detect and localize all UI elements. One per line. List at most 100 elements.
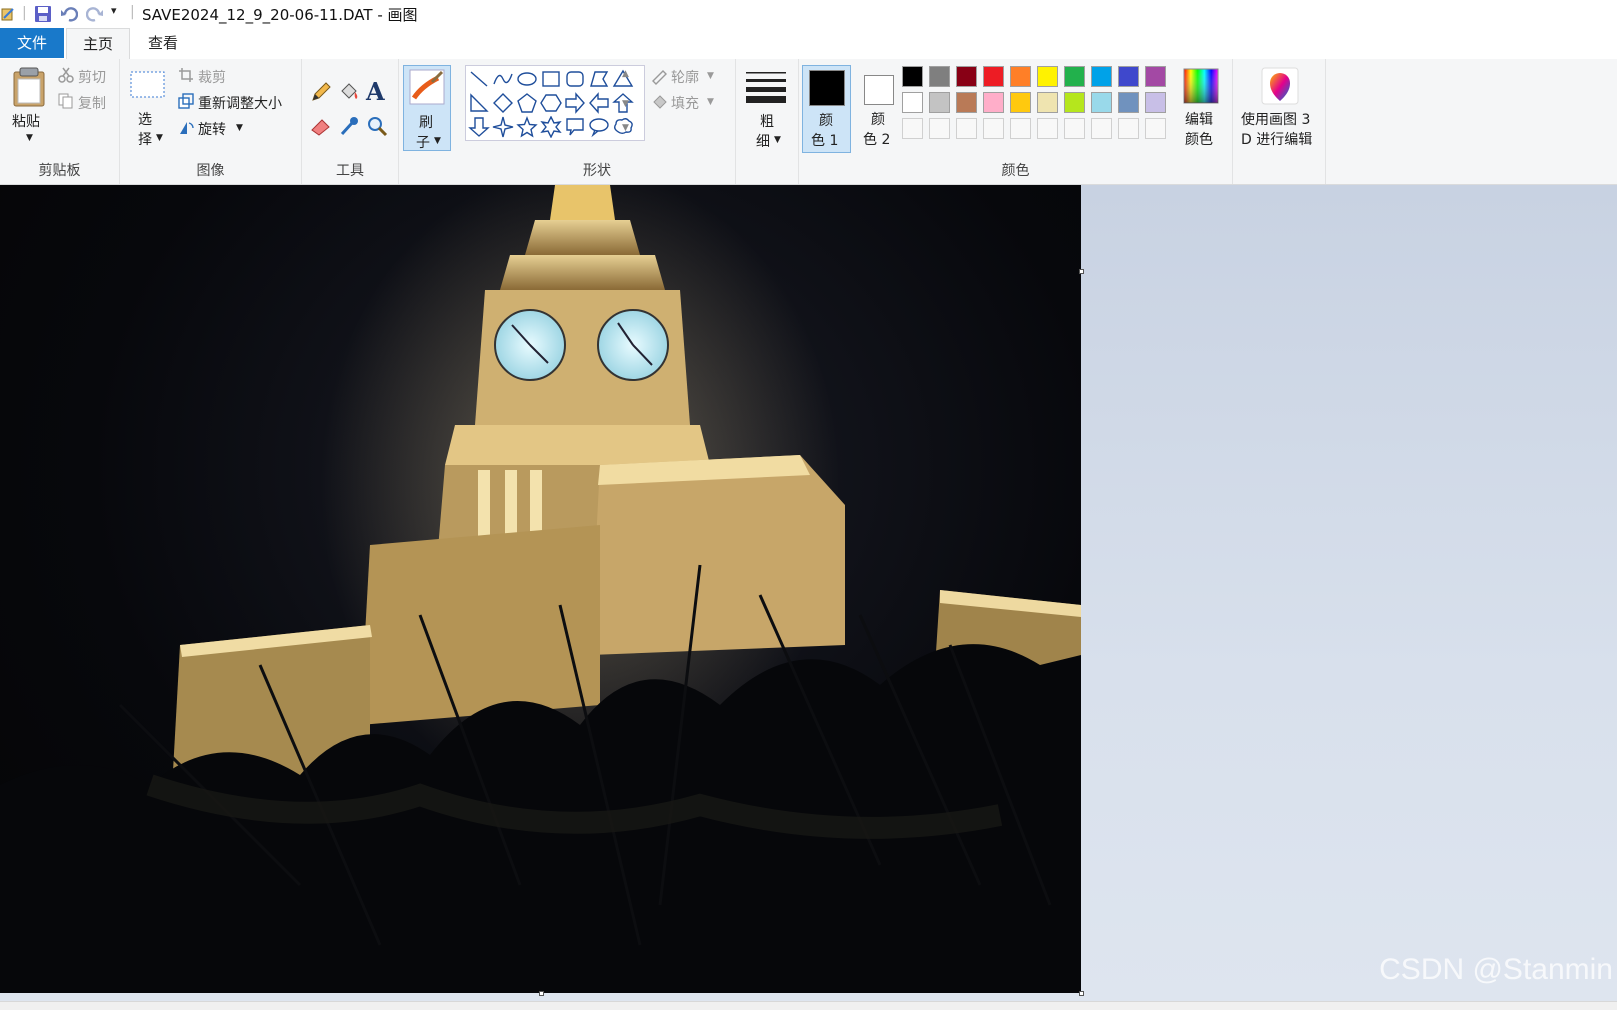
tools-group-label: 工具 <box>336 163 364 179</box>
six-point-star-shape-icon[interactable] <box>540 116 562 138</box>
paint-app-icon[interactable] <box>0 6 16 26</box>
color-picker-icon[interactable] <box>338 115 360 137</box>
palette-swatch[interactable] <box>902 66 923 87</box>
palette-swatch[interactable] <box>1118 66 1139 87</box>
shapes-scroll[interactable]: ▲ ▼ ▼ <box>619 65 633 141</box>
right-arrow-shape-icon[interactable] <box>564 92 586 114</box>
palette-custom-slot[interactable] <box>1064 118 1085 139</box>
palette-swatch[interactable] <box>929 92 950 113</box>
five-point-star-shape-icon[interactable] <box>516 116 538 138</box>
size-button[interactable]: 粗 细 ▼ <box>740 65 794 151</box>
fill-button[interactable]: 填充 ▼ <box>649 91 729 113</box>
color2-button[interactable]: 颜 色 2 <box>855 65 904 153</box>
drawing-canvas[interactable] <box>0 185 1081 993</box>
palette-swatch[interactable] <box>1064 66 1085 87</box>
curve-shape-icon[interactable] <box>492 68 514 90</box>
brushes-dropdown-icon[interactable]: ▼ <box>434 136 441 146</box>
palette-custom-slot[interactable] <box>1145 118 1166 139</box>
tab-home[interactable]: 主页 <box>66 28 130 60</box>
palette-swatch[interactable] <box>956 92 977 113</box>
left-arrow-shape-icon[interactable] <box>588 92 610 114</box>
oval-callout-shape-icon[interactable] <box>588 116 610 138</box>
scroll-up-icon[interactable]: ▲ <box>622 69 629 79</box>
palette-swatch[interactable] <box>983 66 1004 87</box>
crop-button[interactable]: 裁剪 <box>178 65 258 87</box>
outline-dropdown-icon[interactable]: ▼ <box>707 71 714 81</box>
magnifier-icon[interactable] <box>366 115 388 137</box>
fill-bucket-icon[interactable] <box>338 81 360 103</box>
color1-swatch <box>809 70 845 106</box>
pentagon-shape-icon[interactable] <box>516 92 538 114</box>
canvas-resize-handle-corner[interactable] <box>1079 991 1084 996</box>
gallery-expand-icon[interactable]: ▼ <box>622 123 629 133</box>
palette-swatch[interactable] <box>1010 66 1031 87</box>
rectangle-shape-icon[interactable] <box>540 68 562 90</box>
outline-button[interactable]: 轮廓 ▼ <box>649 65 729 87</box>
resize-button[interactable]: 重新调整大小 <box>178 91 298 113</box>
palette-custom-slot[interactable] <box>956 118 977 139</box>
select-button[interactable]: 选 择 ▼ <box>128 67 168 148</box>
palette-custom-slot[interactable] <box>1010 118 1031 139</box>
ribbon-tabs: 文件 主页 查看 <box>0 28 1617 60</box>
palette-swatch[interactable] <box>1064 92 1085 113</box>
palette-custom-slot[interactable] <box>902 118 923 139</box>
palette-swatch[interactable] <box>902 92 923 113</box>
eraser-icon[interactable] <box>310 115 332 137</box>
diamond-shape-icon[interactable] <box>492 92 514 114</box>
palette-swatch[interactable] <box>1091 92 1112 113</box>
rounded-callout-shape-icon[interactable] <box>564 116 586 138</box>
palette-custom-slot[interactable] <box>1037 118 1058 139</box>
color1-button[interactable]: 颜 色 1 <box>802 65 851 153</box>
size-group: 粗 细 ▼ <box>736 59 799 184</box>
pencil-icon[interactable] <box>310 81 332 103</box>
scroll-down-icon[interactable]: ▼ <box>622 99 629 109</box>
palette-swatch[interactable] <box>1037 92 1058 113</box>
hexagon-shape-icon[interactable] <box>540 92 562 114</box>
building-wing-right <box>590 455 845 655</box>
palette-swatch[interactable] <box>1037 66 1058 87</box>
paint3d-button[interactable]: 使用画图 3 D 进行编辑 <box>1237 65 1321 153</box>
cut-button[interactable]: 剪切 <box>58 65 114 87</box>
workspace[interactable]: CSDN @Stanmin <box>0 185 1617 1001</box>
paste-button[interactable]: 粘贴 ▼ <box>6 63 50 147</box>
palette-swatch[interactable] <box>1118 92 1139 113</box>
oval-shape-icon[interactable] <box>516 68 538 90</box>
palette-swatch[interactable] <box>929 66 950 87</box>
palette-custom-slot[interactable] <box>983 118 1004 139</box>
text-icon[interactable]: A <box>366 77 385 106</box>
palette-custom-slot[interactable] <box>1091 118 1112 139</box>
palette-swatch[interactable] <box>1145 66 1166 87</box>
down-arrow-shape-icon[interactable] <box>468 116 490 138</box>
line-shape-icon[interactable] <box>468 68 490 90</box>
redo-icon[interactable] <box>86 5 104 25</box>
palette-swatch[interactable] <box>1010 92 1031 113</box>
palette-swatch[interactable] <box>1091 66 1112 87</box>
size-dropdown-icon[interactable]: ▼ <box>774 135 781 145</box>
brushes-label-1: 刷 <box>419 115 433 131</box>
canvas-resize-handle-bottom[interactable] <box>539 991 544 996</box>
four-point-star-shape-icon[interactable] <box>492 116 514 138</box>
colors-group: 颜 色 1 颜 色 2 编辑 颜色 颜色 <box>799 59 1233 184</box>
edit-colors-button[interactable]: 编辑 颜色 <box>1175 65 1227 153</box>
palette-swatch[interactable] <box>983 92 1004 113</box>
paste-dropdown-icon[interactable]: ▼ <box>26 133 33 143</box>
right-triangle-shape-icon[interactable] <box>468 92 490 114</box>
copy-button[interactable]: 复制 <box>58 91 114 113</box>
palette-custom-slot[interactable] <box>1118 118 1139 139</box>
select-dropdown-icon[interactable]: ▼ <box>156 133 163 143</box>
save-icon[interactable] <box>34 5 52 25</box>
rounded-rectangle-shape-icon[interactable] <box>564 68 586 90</box>
brushes-button[interactable]: 刷 子 ▼ <box>403 65 451 151</box>
rotate-dropdown-icon[interactable]: ▼ <box>236 123 243 133</box>
rotate-button[interactable]: 旋转 ▼ <box>178 117 258 139</box>
palette-custom-slot[interactable] <box>929 118 950 139</box>
tab-file[interactable]: 文件 <box>0 28 64 58</box>
palette-swatch[interactable] <box>956 66 977 87</box>
palette-swatch[interactable] <box>1145 92 1166 113</box>
customize-dropdown-icon[interactable]: ▾ <box>111 4 117 17</box>
polygon-shape-icon[interactable] <box>588 68 610 90</box>
canvas-resize-handle-right[interactable] <box>1079 269 1084 274</box>
fill-dropdown-icon[interactable]: ▼ <box>707 97 714 107</box>
tab-view[interactable]: 查看 <box>132 28 194 58</box>
undo-icon[interactable] <box>60 5 78 25</box>
